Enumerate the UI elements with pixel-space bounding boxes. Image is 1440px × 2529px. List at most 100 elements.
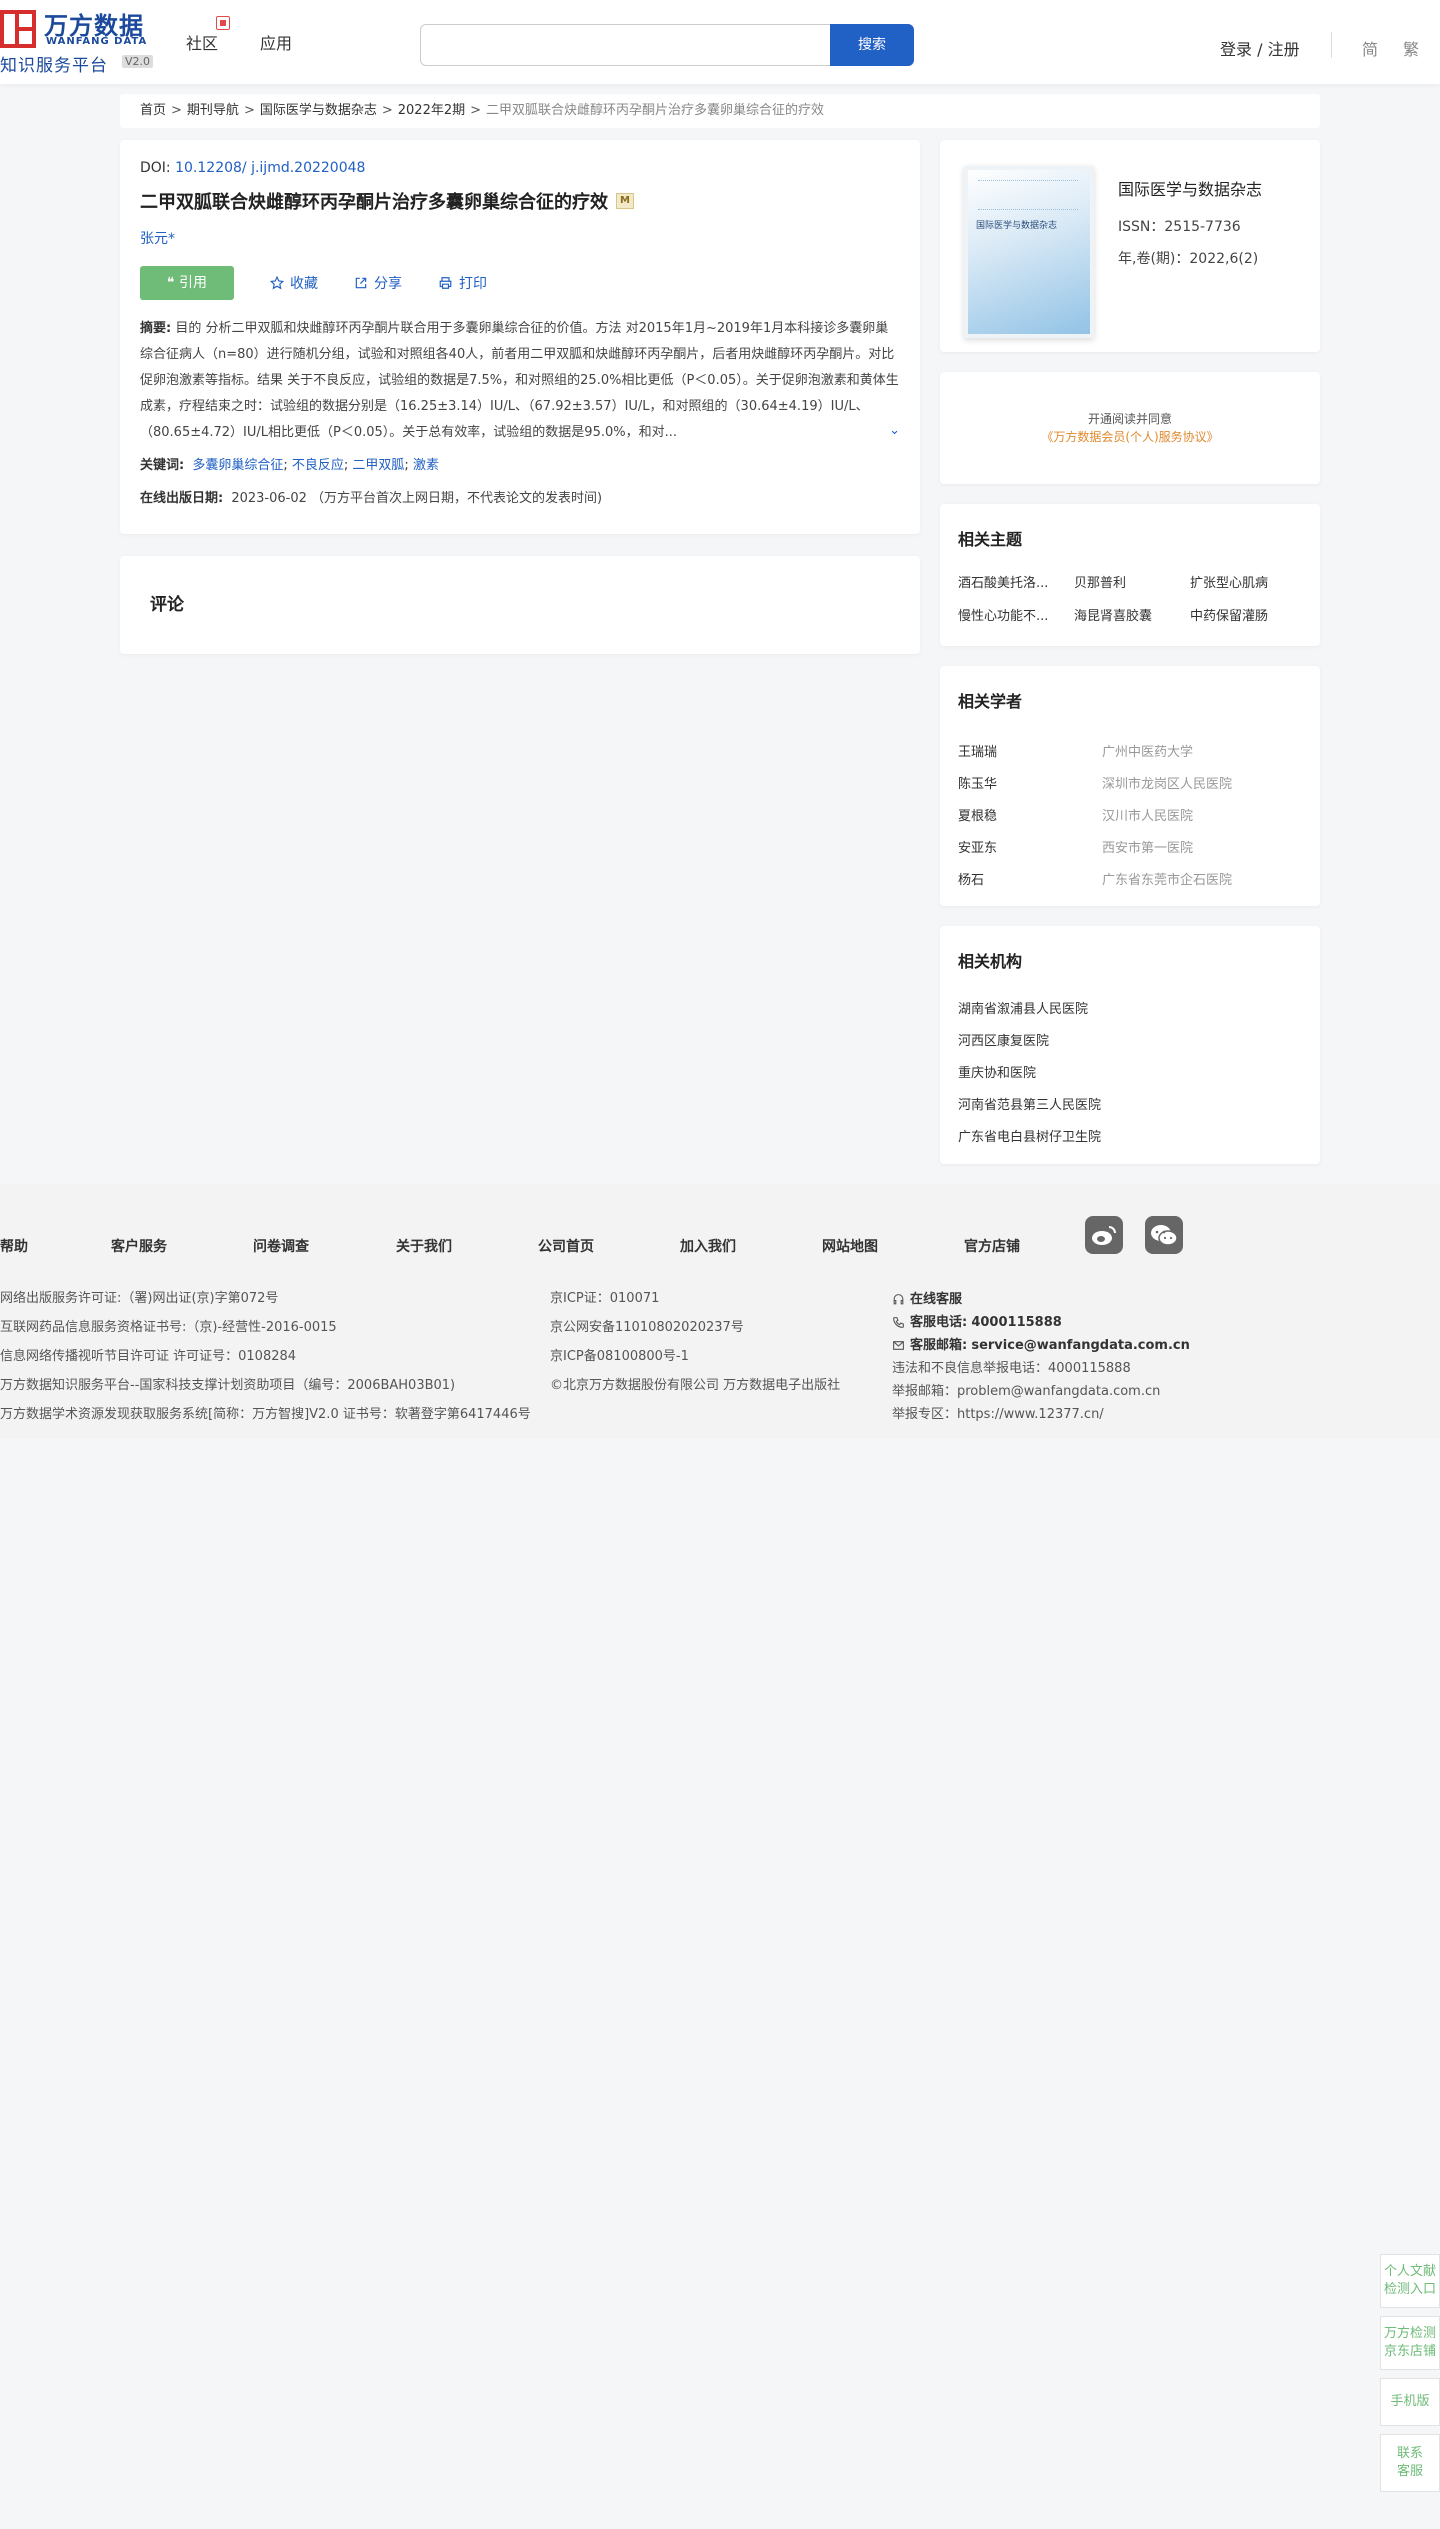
scholar-name[interactable]: 王瑞瑞 bbox=[958, 741, 1102, 760]
breadcrumb-journal[interactable]: 国际医学与数据杂志 bbox=[260, 103, 377, 118]
jd-store-link[interactable]: 万方检测京东店铺 bbox=[1380, 2316, 1440, 2370]
scholar-org[interactable]: 汉川市人民医院 bbox=[1102, 805, 1193, 824]
scholar-name[interactable]: 夏根稳 bbox=[958, 805, 1102, 824]
online-service-link[interactable]: 在线客服 bbox=[892, 1288, 1190, 1311]
doi-line: DOI: 10.12208/ j.ijmd.20220048 bbox=[140, 160, 900, 176]
email-label: 客服邮箱: bbox=[910, 1338, 968, 1353]
service-agreement-link[interactable]: 《万方数据会员(个人)服务协议》 bbox=[1041, 430, 1218, 444]
top-header: 万方数据 WANFANG DATA 知识服务平台 V2.0 社区 应用 搜索 登… bbox=[0, 0, 1440, 84]
share-button[interactable]: 分享 bbox=[354, 273, 402, 293]
report-email[interactable]: 举报邮箱：problem@wanfangdata.com.cn bbox=[892, 1380, 1190, 1403]
expand-chevron-icon[interactable]: ⌄ bbox=[885, 418, 900, 444]
footer-icp[interactable]: 京ICP备08100800号-1 bbox=[550, 1342, 840, 1371]
doi-link[interactable]: 10.12208/ j.ijmd.20220048 bbox=[175, 160, 365, 176]
institution-link[interactable]: 河南省范县第三人民医院 bbox=[958, 1090, 1302, 1122]
report-zone[interactable]: 举报专区：https://www.12377.cn/ bbox=[892, 1403, 1190, 1426]
personal-check-entry[interactable]: 个人文献检测入口 bbox=[1380, 2254, 1440, 2308]
footer-link-join[interactable]: 加入我们 bbox=[680, 1236, 736, 1256]
keyword-link[interactable]: 激素 bbox=[413, 458, 439, 473]
community-new-badge-icon bbox=[216, 16, 230, 30]
footer-icp[interactable]: 京公网安备11010802020237号 bbox=[550, 1313, 840, 1342]
pubdate-label: 在线出版日期: bbox=[140, 491, 224, 506]
related-institutions-card: 相关机构 湖南省溆浦县人民医院 河西区康复医院 重庆协和医院 河南省范县第三人民… bbox=[940, 926, 1320, 1164]
abstract-label: 摘要: bbox=[140, 321, 172, 336]
journal-cover-image[interactable]: 国际医学与数据杂志 bbox=[964, 166, 1094, 338]
footer-link-company[interactable]: 公司首页 bbox=[538, 1236, 594, 1256]
footer-link-help[interactable]: 帮助 bbox=[0, 1236, 28, 1256]
institution-link[interactable]: 重庆协和医院 bbox=[958, 1058, 1302, 1090]
footer-link-about[interactable]: 关于我们 bbox=[396, 1236, 452, 1256]
institution-link[interactable]: 河西区康复医院 bbox=[958, 1026, 1302, 1058]
author-link[interactable]: 张元* bbox=[140, 228, 900, 248]
report-phone: 违法和不良信息举报电话：4000115888 bbox=[892, 1361, 1131, 1376]
institution-link[interactable]: 湖南省溆浦县人民医院 bbox=[958, 994, 1302, 1026]
keyword-link[interactable]: 二甲双胍 bbox=[352, 458, 404, 473]
scholar-name[interactable]: 陈玉华 bbox=[958, 773, 1102, 792]
article-actions: ❝ 引用 收藏 分享 打印 bbox=[140, 266, 900, 300]
related-scholars-card: 相关学者 王瑞瑞 广州中医药大学 陈玉华 深圳市龙岗区人民医院 夏根稳 汉川市人民医院… bbox=[940, 666, 1320, 906]
scholar-org[interactable]: 广州中医药大学 bbox=[1102, 741, 1193, 760]
comments-card: 评论 bbox=[120, 556, 920, 654]
nav-apps[interactable]: 应用 bbox=[260, 30, 292, 54]
weibo-icon[interactable] bbox=[1085, 1216, 1123, 1254]
topic-link[interactable]: 中药保留灌肠 bbox=[1190, 605, 1306, 624]
scholar-org[interactable]: 深圳市龙岗区人民医院 bbox=[1102, 773, 1232, 792]
article-title: 二甲双胍联合炔雌醇环丙孕酮片治疗多囊卵巢综合征的疗效 bbox=[140, 192, 608, 213]
footer-link-survey[interactable]: 问卷调查 bbox=[253, 1236, 309, 1256]
keyword-link[interactable]: 不良反应 bbox=[292, 458, 344, 473]
search-input[interactable] bbox=[420, 24, 830, 66]
topic-link[interactable]: 扩张型心肌病 bbox=[1190, 572, 1306, 591]
institution-link[interactable]: 广东省电白县树仔卫生院 bbox=[958, 1122, 1302, 1154]
scholar-row: 陈玉华 深圳市龙岗区人民医院 bbox=[958, 766, 1302, 798]
scholar-name[interactable]: 杨石 bbox=[958, 869, 1102, 888]
wanfang-logo[interactable]: 万方数据 WANFANG DATA 知识服务平台 V2.0 bbox=[0, 6, 160, 76]
contact-support-button[interactable]: 联系客服 bbox=[1380, 2434, 1440, 2492]
footer-contact-col: 在线客服 客服电话: 4000115888 客服邮箱: service@wanf… bbox=[892, 1288, 1190, 1426]
header-divider bbox=[1331, 32, 1332, 58]
journal-issn: ISSN：2515-7736 bbox=[1118, 219, 1241, 235]
footer: 帮助 客户服务 问卷调查 关于我们 公司首页 加入我们 网站地图 官方店铺 网络… bbox=[0, 1184, 1440, 1439]
favorite-button[interactable]: 收藏 bbox=[270, 273, 318, 293]
print-button[interactable]: 打印 bbox=[438, 273, 487, 293]
search-button[interactable]: 搜索 bbox=[830, 24, 914, 66]
scholar-org[interactable]: 广东省东莞市企石医院 bbox=[1102, 869, 1232, 888]
breadcrumb-issue[interactable]: 2022年2期 bbox=[398, 103, 465, 118]
scholar-name[interactable]: 安亚东 bbox=[958, 837, 1102, 856]
nav-community[interactable]: 社区 bbox=[186, 30, 218, 54]
share-label: 分享 bbox=[374, 276, 402, 292]
scholar-list: 王瑞瑞 广州中医药大学 陈玉华 深圳市龙岗区人民医院 夏根稳 汉川市人民医院 安亚东西… bbox=[958, 734, 1302, 894]
wechat-icon[interactable] bbox=[1145, 1216, 1183, 1254]
lang-traditional[interactable]: 繁 bbox=[1403, 36, 1419, 60]
breadcrumb-journals[interactable]: 期刊导航 bbox=[187, 103, 239, 118]
keyword-link[interactable]: 多囊卵巢综合征 bbox=[192, 458, 283, 473]
topic-link[interactable]: 酒石酸美托洛... bbox=[958, 572, 1074, 591]
m-tag-badge: M bbox=[616, 193, 634, 209]
related-scholars-title: 相关学者 bbox=[958, 692, 1023, 711]
topic-link[interactable]: 慢性心功能不... bbox=[958, 605, 1074, 624]
phone-row: 客服电话: 4000115888 bbox=[892, 1311, 1190, 1334]
article-title-row: 二甲双胍联合炔雌醇环丙孕酮片治疗多囊卵巢综合征的疗效 M bbox=[140, 188, 900, 214]
logo-subtitle: 知识服务平台 bbox=[0, 56, 108, 76]
topic-link[interactable]: 贝那普利 bbox=[1074, 572, 1190, 591]
scholar-org[interactable]: 西安市第一医院 bbox=[1102, 837, 1193, 856]
favorite-label: 收藏 bbox=[290, 276, 318, 292]
cite-button[interactable]: ❝ 引用 bbox=[140, 266, 234, 300]
quote-icon: ❝ bbox=[167, 275, 179, 291]
lang-simplified[interactable]: 简 bbox=[1362, 36, 1378, 60]
footer-link-store[interactable]: 官方店铺 bbox=[964, 1236, 1020, 1256]
phone-label: 客服电话: bbox=[910, 1315, 968, 1330]
journal-name[interactable]: 国际医学与数据杂志 bbox=[1118, 176, 1262, 200]
breadcrumb-home[interactable]: 首页 bbox=[140, 103, 166, 118]
footer-icp[interactable]: 京ICP证：010071 bbox=[550, 1284, 840, 1313]
abstract-text: 目的 分析二甲双胍和炔雌醇环丙孕酮片联合用于多囊卵巢综合征的价值。方法 对201… bbox=[140, 321, 899, 440]
keywords-label: 关键词: bbox=[140, 458, 185, 473]
cover-pattern bbox=[978, 180, 1078, 210]
footer-license: 万方数据知识服务平台--国家科技支撑计划资助项目（编号：2006BAH03B01… bbox=[0, 1378, 456, 1393]
footer-link-sitemap[interactable]: 网站地图 bbox=[822, 1236, 878, 1256]
mobile-version-link[interactable]: 手机版 bbox=[1380, 2378, 1440, 2426]
footer-link-customer-service[interactable]: 客户服务 bbox=[111, 1236, 167, 1256]
email-value[interactable]: service@wanfangdata.com.cn bbox=[971, 1334, 1190, 1357]
login-register-link[interactable]: 登录 / 注册 bbox=[1220, 36, 1300, 60]
related-topics-card: 相关主题 酒石酸美托洛... 贝那普利 扩张型心肌病 慢性心功能不... 海昆肾… bbox=[940, 504, 1320, 646]
topic-link[interactable]: 海昆肾喜胶囊 bbox=[1074, 605, 1190, 624]
